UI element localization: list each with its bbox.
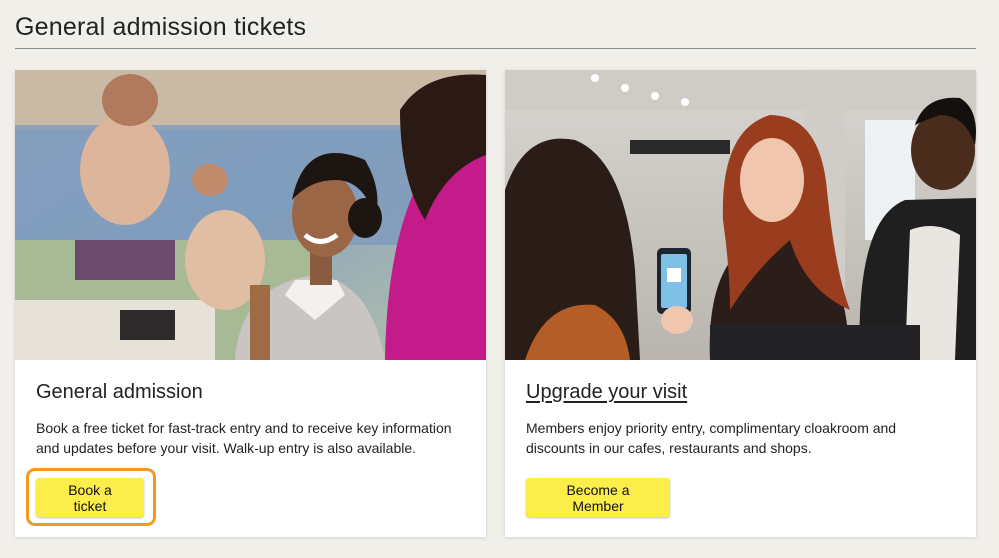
general-admission-description: Book a free ticket for fast-track entry … [36,420,452,456]
general-admission-title: General admission [36,381,203,403]
general-admission-card: General admission Book a free ticket for… [15,70,486,537]
book-ticket-button[interactable]: Book a ticket [36,478,144,517]
upgrade-visit-image [505,70,976,360]
page-title: General admission tickets [15,13,307,41]
upgrade-visit-card: Upgrade your visit Members enjoy priorit… [505,70,976,537]
title-divider [15,48,976,49]
general-admission-image [15,70,486,360]
upgrade-visit-description: Members enjoy priority entry, compliment… [526,420,897,456]
become-member-button[interactable]: Become a Member [526,478,670,517]
upgrade-visit-link[interactable]: Upgrade your visit [526,381,687,404]
